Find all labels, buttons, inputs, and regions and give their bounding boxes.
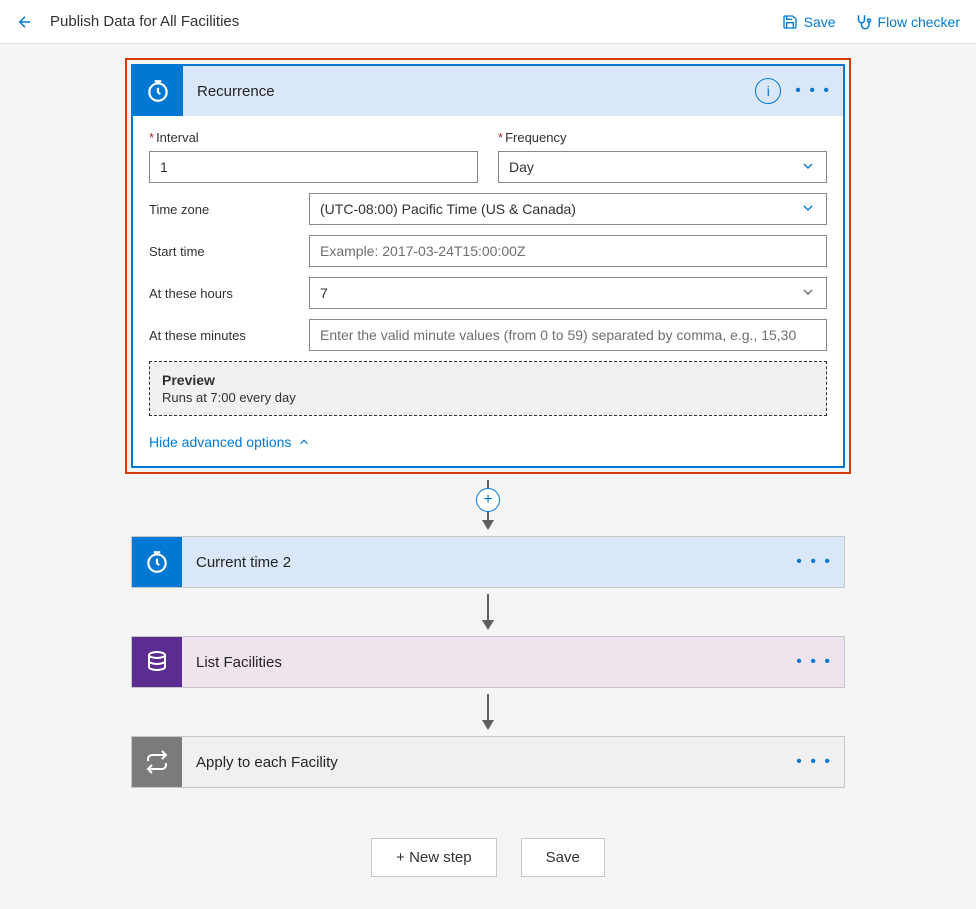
- minutes-label: At these minutes: [149, 328, 309, 343]
- chevron-up-icon: [297, 435, 311, 449]
- minutes-input[interactable]: [309, 319, 827, 351]
- connector: [482, 594, 494, 630]
- recurrence-title: Recurrence: [197, 83, 275, 100]
- loop-icon: [132, 737, 182, 787]
- arrow-left-icon: [16, 13, 34, 31]
- chevron-down-icon: [800, 158, 816, 177]
- save-icon: [782, 14, 798, 30]
- timezone-label: Time zone: [149, 202, 309, 217]
- more-button[interactable]: • • •: [796, 753, 832, 771]
- flow-title: Publish Data for All Facilities: [50, 13, 239, 30]
- stethoscope-icon: [854, 13, 872, 31]
- flow-checker-action[interactable]: Flow checker: [854, 13, 960, 31]
- database-icon: [132, 637, 182, 687]
- hours-label: At these hours: [149, 286, 309, 301]
- more-button[interactable]: • • •: [796, 553, 832, 571]
- timezone-value: (UTC-08:00) Pacific Time (US & Canada): [320, 201, 576, 217]
- recurrence-header[interactable]: Recurrence i • • •: [133, 66, 843, 116]
- add-step-button[interactable]: +: [476, 488, 500, 512]
- interval-label: *Interval: [149, 130, 478, 145]
- arrow-down-icon: [482, 720, 494, 730]
- chevron-down-icon: [800, 200, 816, 219]
- apply-each-title: Apply to each Facility: [196, 754, 338, 771]
- current-time-card[interactable]: Current time 2 • • •: [131, 536, 845, 588]
- frequency-value: Day: [509, 159, 534, 175]
- more-button[interactable]: • • •: [795, 82, 831, 100]
- info-button[interactable]: i: [755, 78, 781, 104]
- clock-icon: [133, 66, 183, 116]
- new-step-button[interactable]: + New step: [371, 838, 496, 877]
- connector: [482, 694, 494, 730]
- chevron-down-icon: [800, 284, 816, 303]
- recurrence-card[interactable]: Recurrence i • • • *Interval *Frequency …: [131, 64, 845, 468]
- timezone-select[interactable]: (UTC-08:00) Pacific Time (US & Canada): [309, 193, 827, 225]
- topbar: Publish Data for All Facilities Save Flo…: [0, 0, 976, 44]
- advanced-toggle[interactable]: Hide advanced options: [133, 420, 843, 466]
- flow-checker-label: Flow checker: [878, 14, 960, 30]
- flow-canvas: Recurrence i • • • *Interval *Frequency …: [0, 44, 976, 907]
- highlight-box: Recurrence i • • • *Interval *Frequency …: [125, 58, 851, 474]
- preview-text: Runs at 7:00 every day: [162, 390, 814, 405]
- preview-title: Preview: [162, 372, 814, 388]
- frequency-label: *Frequency: [498, 130, 827, 145]
- bottom-actions: + New step Save: [371, 838, 605, 877]
- save-action[interactable]: Save: [782, 14, 836, 30]
- list-facilities-title: List Facilities: [196, 654, 282, 671]
- hours-select[interactable]: 7: [309, 277, 827, 309]
- recurrence-body: *Interval *Frequency Day T: [133, 116, 843, 420]
- advanced-toggle-label: Hide advanced options: [149, 434, 291, 450]
- starttime-input[interactable]: [309, 235, 827, 267]
- save-label: Save: [804, 14, 836, 30]
- frequency-select[interactable]: Day: [498, 151, 827, 183]
- clock-icon: [132, 537, 182, 587]
- current-time-title: Current time 2: [196, 554, 291, 571]
- apply-each-card[interactable]: Apply to each Facility • • •: [131, 736, 845, 788]
- save-button[interactable]: Save: [521, 838, 605, 877]
- connector: +: [476, 480, 500, 530]
- back-button[interactable]: [16, 13, 34, 31]
- more-button[interactable]: • • •: [796, 653, 832, 671]
- arrow-down-icon: [482, 620, 494, 630]
- preview-box: Preview Runs at 7:00 every day: [149, 361, 827, 416]
- list-facilities-card[interactable]: List Facilities • • •: [131, 636, 845, 688]
- arrow-down-icon: [482, 520, 494, 530]
- interval-input[interactable]: [149, 151, 478, 183]
- hours-value: 7: [320, 285, 328, 301]
- starttime-label: Start time: [149, 244, 309, 259]
